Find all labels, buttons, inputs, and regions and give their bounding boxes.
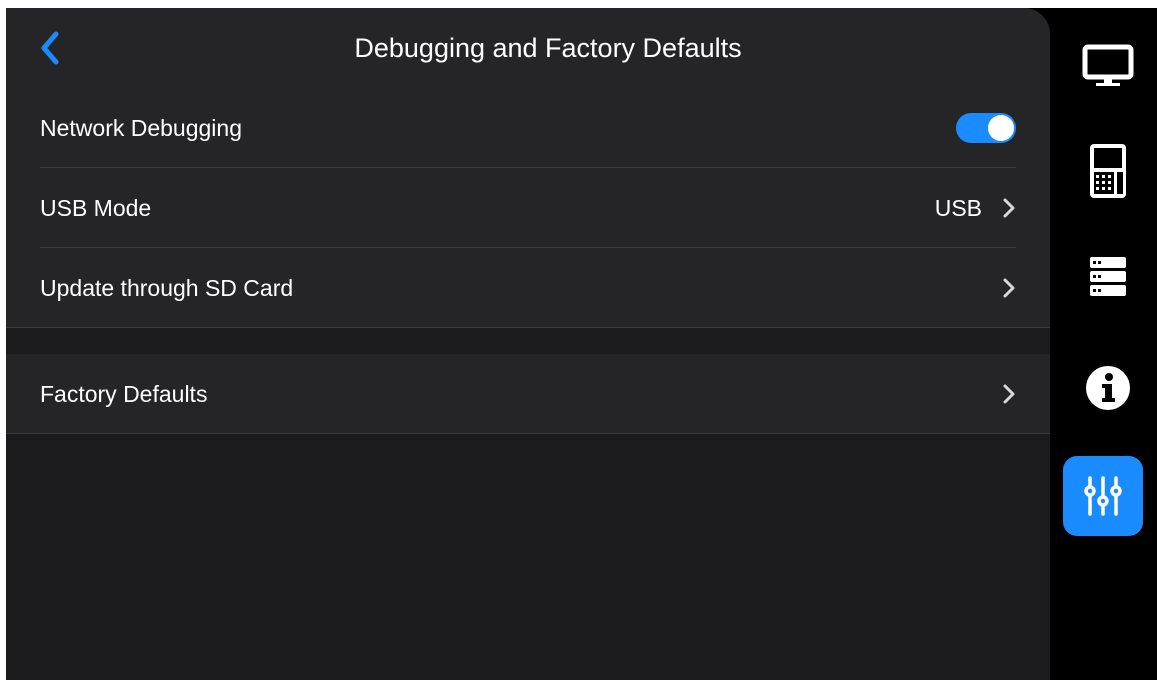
device-keypad-icon <box>1090 144 1126 198</box>
sidebar <box>1050 8 1157 680</box>
factory-defaults-label: Factory Defaults <box>40 380 208 407</box>
divider <box>6 327 1050 328</box>
info-icon <box>1086 366 1130 410</box>
page-title: Debugging and Factory Defaults <box>354 32 742 63</box>
chevron-right-icon <box>1003 278 1015 298</box>
screen: Debugging and Factory Defaults Network D… <box>6 8 1157 680</box>
sidebar-item-device[interactable] <box>1068 131 1148 211</box>
main-panel: Debugging and Factory Defaults Network D… <box>6 8 1050 680</box>
header-bar: Debugging and Factory Defaults <box>6 8 1050 88</box>
network-debugging-toggle[interactable] <box>956 113 1016 143</box>
usb-mode-label: USB Mode <box>40 194 152 221</box>
sidebar-item-display[interactable] <box>1068 26 1148 106</box>
factory-group: Factory Defaults <box>6 354 1050 434</box>
sd-update-label: Update through SD Card <box>40 274 294 301</box>
factory-defaults-row[interactable]: Factory Defaults <box>6 354 1050 434</box>
toggle-knob <box>988 115 1014 141</box>
chevron-right-icon <box>1003 198 1015 218</box>
network-debugging-label: Network Debugging <box>40 114 243 141</box>
usb-mode-row[interactable]: USB Mode USB <box>6 168 1050 248</box>
debug-settings-group: Network Debugging USB Mode USB Update th… <box>6 88 1050 328</box>
network-debugging-row: Network Debugging <box>6 88 1050 168</box>
divider <box>6 433 1050 434</box>
sidebar-item-advanced[interactable] <box>1063 456 1143 536</box>
sliders-icon <box>1084 476 1122 516</box>
server-icon <box>1090 257 1126 296</box>
sd-update-row[interactable]: Update through SD Card <box>6 248 1050 328</box>
sidebar-item-about[interactable] <box>1068 348 1148 428</box>
usb-mode-value: USB <box>934 194 982 221</box>
sidebar-item-storage[interactable] <box>1068 236 1148 316</box>
chevron-right-icon <box>1003 384 1015 404</box>
monitor-icon <box>1082 44 1134 86</box>
